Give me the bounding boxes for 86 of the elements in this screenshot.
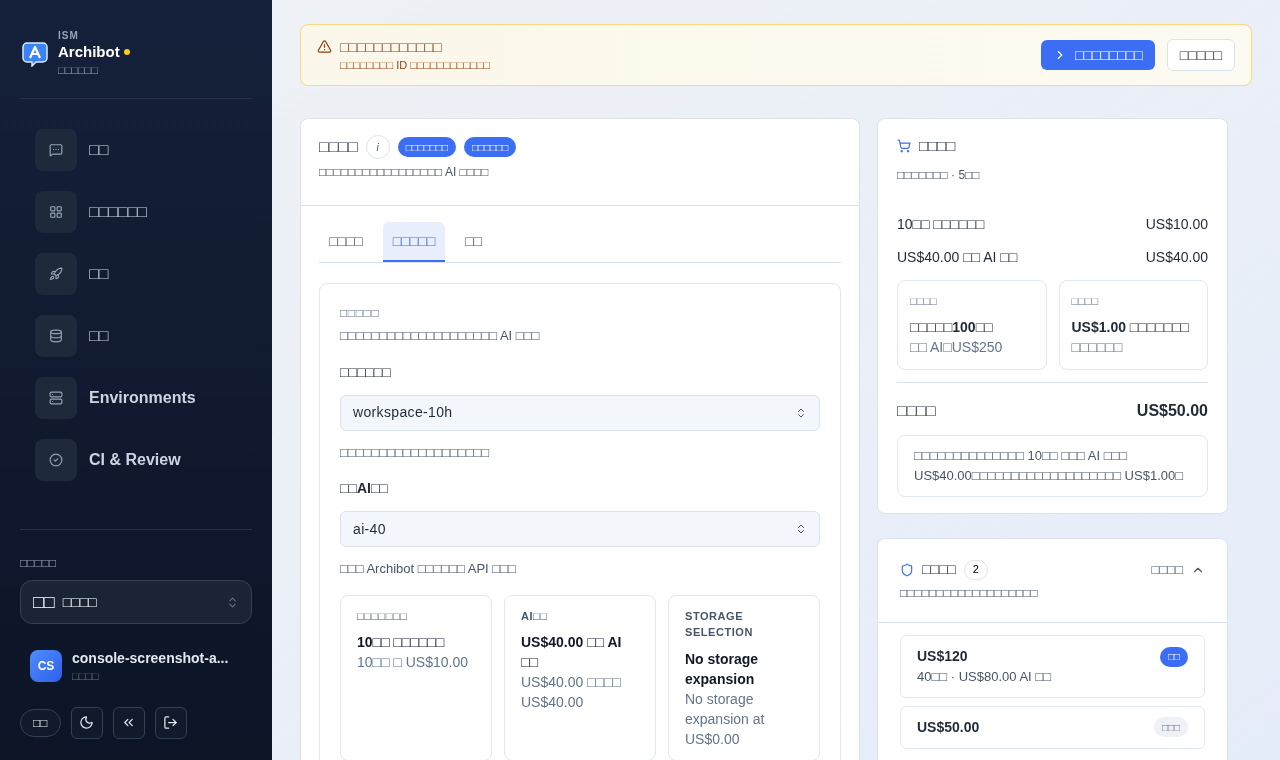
box-title: □□□□: [910, 293, 938, 309]
box-sub: □□ AI□US$250: [910, 338, 1004, 357]
option-name: US$40.00 □□ AI □□: [521, 633, 623, 672]
box-main: □□□□□100□□: [910, 318, 994, 337]
logout-button[interactable]: [154, 706, 187, 739]
summary-title: □□□□: [919, 136, 956, 156]
nav-item[interactable]: CI & Review: [35, 439, 252, 481]
tab[interactable]: □□: [455, 222, 493, 262]
nav-item[interactable]: □□: [35, 129, 252, 171]
user-role: □□□□: [72, 669, 100, 684]
option-title: □□□□□□□: [357, 608, 409, 624]
language-button[interactable]: □□: [20, 708, 61, 737]
cart-icon: [897, 139, 911, 154]
option-detail: US$40.00 □□□□ US$40.00: [521, 673, 622, 712]
chevrons-icon: [226, 595, 239, 609]
chat-icon: [49, 143, 63, 157]
secondary-button[interactable]: □□□□□: [1166, 39, 1235, 71]
recommend-title: □□□□: [922, 560, 956, 579]
option-title: AI□□: [521, 608, 549, 624]
banner-title: □□□□□□□□□□□□: [340, 38, 443, 57]
box-title: □□□□: [1071, 293, 1100, 309]
recommend-item[interactable]: US$50.00 □□□: [900, 705, 1205, 749]
plan-badge: □□□□□□: [463, 137, 517, 157]
item-price: US$120: [917, 647, 968, 666]
summary-subtitle: □□□□□□□ · 5□□: [897, 166, 981, 184]
brand-name: Archibot: [58, 42, 120, 62]
nav-item[interactable]: □□□□□□: [35, 191, 252, 233]
collapse-button[interactable]: [112, 706, 145, 739]
database-icon: [49, 329, 63, 343]
summary-note: □□□□□□□□□□□□□□ 10□□ □□□ AI □□□ US$40.00□□□□□□□□□□□□□□□□□□□ US$1.00□: [897, 435, 1208, 497]
select-field[interactable]: workspace-10h: [340, 394, 820, 431]
user-name: console-screenshot-a...: [72, 649, 229, 668]
card-title: □□□□: [319, 137, 358, 157]
total-amount: US$50.00: [1136, 401, 1208, 421]
line-label: US$40.00 □□ AI □□: [897, 247, 1018, 267]
recommend-item[interactable]: US$120 □□ 40□□ · US$80.00 AI □□: [900, 635, 1205, 698]
check-circle-icon: [49, 453, 63, 467]
warning-icon: [317, 39, 332, 54]
tab[interactable]: □□□□□: [382, 222, 446, 262]
user-avatar: CS: [30, 650, 62, 683]
item-price: US$50.00: [917, 717, 980, 737]
toggle-button[interactable]: □□□□: [1151, 559, 1205, 580]
nav-item[interactable]: Environments: [35, 377, 252, 419]
option-title: STORAGE SELECTION: [685, 608, 754, 640]
grid-icon: [49, 205, 63, 219]
line-amount: US$10.00: [1145, 214, 1208, 234]
moon-icon: [79, 715, 94, 730]
nav-item[interactable]: □□: [35, 315, 252, 357]
chevrons-icon: [795, 523, 807, 535]
shield-icon: [900, 562, 914, 577]
option-name: 10□□ □□□□□□: [357, 633, 446, 652]
box-main: US$1.00 □□□□□□□: [1071, 318, 1191, 337]
primary-button[interactable]: □□□□□□□□: [1041, 40, 1155, 70]
tab[interactable]: □□□□: [319, 222, 373, 262]
logo-icon: [22, 41, 48, 67]
workspace-label: □□□□□: [20, 555, 58, 572]
option-detail: 10□□ □ US$10.00: [357, 653, 469, 672]
nav-item[interactable]: □□: [35, 253, 252, 295]
item-badge: □□: [1159, 646, 1188, 667]
option-name: No storage expansion: [685, 649, 760, 689]
brand-org: ISM: [58, 30, 80, 42]
workspace-select[interactable]: □□ □□□□: [20, 580, 252, 624]
section-title: □□□□□: [340, 305, 381, 322]
plan-badge: □□□□□□□: [397, 137, 456, 157]
field-help: □□□ Archibot □□□□□□ API □□□: [340, 560, 517, 578]
select-field[interactable]: ai-40: [340, 511, 820, 547]
field-label: □□□□□□: [340, 362, 392, 382]
chevrons-icon: [795, 406, 807, 419]
section-description: □□□□□□□□□□□□□□□□□□□□ AI □□□: [340, 327, 541, 345]
server-icon: [49, 391, 63, 405]
card-description: □□□□□□□□□□□□□□□□□ AI □□□□: [319, 164, 490, 181]
item-detail: 40□□ · US$80.00 AI □□: [917, 668, 1053, 686]
total-label: □□□□: [897, 401, 936, 421]
item-badge: □□□: [1153, 717, 1188, 737]
recommend-description: □□□□□□□□□□□□□□□□□□□: [900, 585, 1039, 602]
field-help: □□□□□□□□□□□□□□□□□□□: [340, 443, 491, 462]
rocket-icon: [49, 267, 63, 281]
logout-icon: [163, 715, 178, 730]
banner-text: □□□□□□□□ ID □□□□□□□□□□□□: [340, 58, 491, 73]
theme-button[interactable]: [70, 706, 103, 739]
line-label: 10□□ □□□□□□: [897, 214, 985, 234]
box-sub: □□□□□□: [1071, 338, 1124, 357]
field-label: □□AI□□: [340, 479, 389, 498]
line-amount: US$40.00: [1145, 247, 1208, 267]
brand-subtitle: □□□□□□: [58, 63, 99, 78]
option-detail: No storage expansion at US$0.00: [685, 689, 766, 749]
